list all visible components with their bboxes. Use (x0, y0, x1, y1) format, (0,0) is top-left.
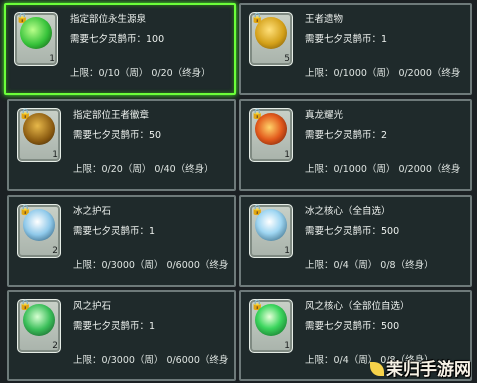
wind-core-icon (255, 304, 287, 336)
item-name: 王者遗物 (305, 14, 344, 25)
item-count: 5 (284, 54, 290, 64)
item-limit: 上限：0/1000（周） 0/2000（终身 (305, 68, 461, 79)
item-limit: 上限：0/3000（周） 0/6000（终身 (73, 260, 229, 271)
shop-item-card[interactable]: 🔒 5 王者遗物 需要七夕灵鹊币：1 上限：0/1000（周） 0/2000（终… (239, 3, 472, 95)
item-price: 需要七夕灵鹊币：1 (73, 321, 156, 332)
fire-orb-icon (255, 113, 287, 145)
item-count: 1 (52, 150, 58, 160)
item-price: 需要七夕灵鹊币：100 (70, 34, 165, 45)
leaf-logo-icon (370, 362, 384, 376)
item-limit: 上限：0/4（周） 0/8（终身） (305, 260, 434, 271)
watermark-text: 茉归手游网 (386, 360, 471, 380)
item-limit: 上限：0/10（周） 0/20（终身） (70, 68, 211, 79)
shop-item-card[interactable]: 🔒 1 指定部位永生源泉 需要七夕灵鹊币：100 上限：0/10（周） 0/20… (4, 3, 236, 95)
shop-item-card[interactable]: 🔒 2 冰之护石 需要七夕灵鹊币：1 上限：0/3000（周） 0/6000（终… (7, 195, 236, 287)
item-name: 冰之核心（全自选） (305, 206, 391, 217)
item-name: 指定部位王者徽章 (73, 110, 150, 121)
item-name: 冰之护石 (73, 206, 112, 217)
shop-item-card[interactable]: 🔒 1 指定部位王者徽章 需要七夕灵鹊币：50 上限：0/20（周） 0/40（… (7, 99, 236, 191)
item-name: 指定部位永生源泉 (70, 14, 147, 25)
shop-item-card[interactable]: 🔒 2 风之护石 需要七夕灵鹊币：1 上限：0/3000（周） 0/6000（终… (7, 290, 236, 381)
shop-item-card[interactable]: 🔒 1 冰之核心（全自选） 需要七夕灵鹊币：500 上限：0/4（周） 0/8（… (239, 195, 472, 287)
green-leaf-icon (20, 17, 52, 49)
item-price: 需要七夕灵鹊币：1 (305, 34, 388, 45)
item-count: 1 (49, 54, 55, 64)
item-price: 需要七夕灵鹊币：500 (305, 321, 400, 332)
item-limit: 上限：0/20（周） 0/40（终身） (73, 164, 214, 175)
item-slot[interactable]: 🔒 2 (17, 299, 61, 353)
gold-coin-icon (255, 17, 287, 49)
item-slot[interactable]: 🔒 1 (249, 299, 293, 353)
item-slot[interactable]: 🔒 1 (14, 12, 58, 66)
gold-emblem-icon (23, 113, 55, 145)
item-slot[interactable]: 🔒 2 (17, 204, 61, 258)
ice-crystal-icon (23, 209, 55, 241)
item-price: 需要七夕灵鹊币：500 (305, 226, 400, 237)
item-count: 2 (52, 246, 58, 256)
item-name: 真龙耀光 (305, 110, 344, 121)
item-slot[interactable]: 🔒 1 (17, 108, 61, 162)
item-limit: 上限：0/3000（周） 0/6000（终身 (73, 355, 229, 366)
item-count: 1 (284, 246, 290, 256)
item-price: 需要七夕灵鹊币：50 (73, 130, 162, 141)
site-watermark: 茉归手游网 (370, 355, 471, 380)
item-price: 需要七夕灵鹊币：2 (305, 130, 388, 141)
ice-core-icon (255, 209, 287, 241)
item-count: 1 (284, 341, 290, 351)
item-count: 2 (52, 341, 58, 351)
item-slot[interactable]: 🔒 1 (249, 108, 293, 162)
item-count: 1 (284, 150, 290, 160)
shop-grid: 🔒 1 指定部位永生源泉 需要七夕灵鹊币：100 上限：0/10（周） 0/20… (0, 0, 477, 383)
item-price: 需要七夕灵鹊币：1 (73, 226, 156, 237)
item-slot[interactable]: 🔒 1 (249, 204, 293, 258)
item-name: 风之护石 (73, 301, 112, 312)
shop-item-card[interactable]: 🔒 1 真龙耀光 需要七夕灵鹊币：2 上限：0/1000（周） 0/2000（终… (239, 99, 472, 191)
item-name: 风之核心（全部位自选） (305, 301, 410, 312)
wind-stone-icon (23, 304, 55, 336)
item-slot[interactable]: 🔒 5 (249, 12, 293, 66)
item-limit: 上限：0/1000（周） 0/2000（终身 (305, 164, 461, 175)
